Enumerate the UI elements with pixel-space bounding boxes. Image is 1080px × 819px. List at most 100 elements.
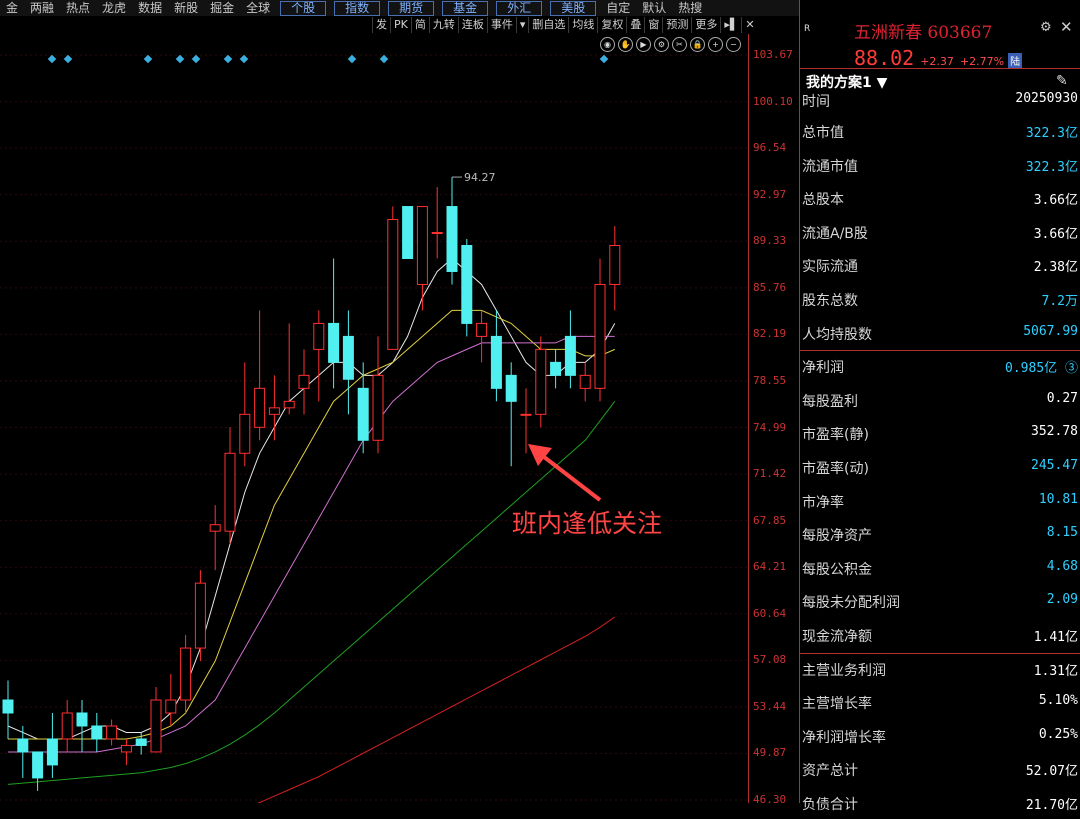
price-tick: 60.64: [753, 606, 787, 620]
metric-value: 245.47: [1031, 458, 1078, 473]
close-icon[interactable]: ✕: [1060, 18, 1073, 36]
price-tick: 53.44: [753, 699, 787, 713]
signal-marker: [379, 54, 389, 64]
quote-panel: R 五洲新春 603667 ⚙ ✕ 88.02 +2.37 +2.77% 陆 我…: [799, 0, 1080, 813]
metric-row: 流通A/B股 3.66亿: [802, 215, 1078, 248]
metric-row: 市净率 10.81: [802, 484, 1078, 517]
metric-label: 负债合计: [802, 797, 858, 813]
edit-icon[interactable]: ✎: [1056, 73, 1068, 89]
signal-marker: [599, 54, 609, 64]
annotation-arrow: [533, 448, 602, 502]
metric-row: 每股净资产 8.15: [802, 517, 1078, 550]
candle-body: [61, 712, 73, 740]
metric-value: 21.70亿: [1025, 798, 1078, 813]
metric-row: 市盈率(动) 245.47: [802, 450, 1078, 483]
candle-body: [180, 647, 192, 701]
metric-value: 10.81: [1038, 491, 1078, 507]
metric-row: 主营增长率 5.10%: [802, 685, 1078, 718]
candle-body: [402, 206, 414, 259]
candle-body: [17, 738, 29, 753]
metric-row: 每股未分配利润 2.09: [802, 584, 1078, 617]
metric-label: 主营增长率: [802, 696, 872, 713]
metric-label: 每股净资产: [802, 528, 872, 545]
metric-label: 现金流净额: [802, 629, 872, 645]
metric-value: 4.68: [1046, 558, 1078, 574]
metric-label: 实际流通: [802, 259, 858, 276]
signal-marker: [143, 54, 153, 64]
signal-marker: [191, 54, 201, 64]
candle-body: [313, 322, 325, 350]
candle-body: [120, 744, 132, 753]
candle-body: [505, 374, 517, 402]
metric-value: 2.38亿: [1033, 260, 1078, 276]
candle-body: [342, 335, 354, 380]
candle-body: [461, 245, 473, 324]
market-badge: 陆: [1008, 53, 1023, 68]
candle-body: [490, 335, 502, 389]
metric-value: 52.07亿: [1025, 764, 1078, 780]
metric-row: 实际流通 2.38亿: [802, 248, 1078, 281]
candle-body: [32, 751, 44, 779]
metric-row: 人均持股数 5067.99: [802, 316, 1078, 349]
metric-label: 流通市值: [802, 158, 858, 175]
candle-body: [91, 725, 103, 740]
candle-body: [165, 699, 177, 714]
candle-body: [150, 699, 162, 753]
price-tick: 46.30: [753, 793, 787, 806]
metric-label: 市净率: [802, 494, 844, 511]
price-tick: 89.33: [753, 234, 787, 248]
candle-body: [254, 387, 266, 428]
metric-value: 3.66亿: [1033, 193, 1078, 209]
price-tick: 64.21: [753, 560, 787, 574]
price-tick: 49.87: [753, 746, 787, 760]
metric-row: 股东总数 7.2万: [802, 282, 1078, 315]
metric-row: 总市值 322.3亿: [802, 114, 1078, 147]
ma-line-magenta: [8, 335, 615, 753]
metric-label: 市盈率(静): [802, 427, 869, 444]
price-axis: 103.67 100.10 96.54 92.97 89.33 85.76 82.19 78.…: [748, 34, 799, 806]
metric-value: 322.3亿: [1025, 159, 1078, 175]
metric-row: 每股盈利 0.27: [802, 383, 1078, 416]
price-tick: 57.08: [753, 653, 787, 667]
candle-body: [609, 245, 621, 285]
candle-body: [76, 712, 88, 727]
candle-body: [476, 322, 488, 337]
candle-body: [357, 387, 369, 441]
price-tick: 67.85: [753, 513, 787, 527]
price-change: +2.37: [920, 55, 954, 68]
price-tick: 82.19: [753, 327, 787, 341]
metric-value: 0.985亿 ③: [1005, 361, 1078, 377]
divider: [800, 68, 1080, 69]
metric-label: 主营业务利润: [802, 662, 886, 679]
metric-row: 每股公积金 4.68: [802, 551, 1078, 584]
metric-value: 0.25%: [1038, 726, 1078, 742]
candle-body: [194, 582, 206, 649]
candle-body: [135, 738, 147, 746]
metric-row: 净利润增长率 0.25%: [802, 719, 1078, 752]
ma-line-white: [7, 257, 616, 740]
candle-body: [106, 725, 118, 740]
metric-label: 总股本: [802, 192, 844, 209]
metric-label: 市盈率(动): [802, 461, 869, 477]
candle-body: [594, 283, 606, 389]
metric-label: 净利润: [802, 360, 844, 377]
signal-marker: [239, 54, 249, 64]
gear-icon[interactable]: ⚙: [1040, 20, 1052, 35]
metric-value: 3.66亿: [1033, 226, 1078, 242]
candle-body: [520, 413, 532, 416]
high-label: 94.27: [464, 171, 496, 184]
signal-marker: [47, 54, 57, 64]
signal-marker: [63, 54, 73, 64]
metric-label: 股东总数: [802, 293, 858, 309]
candlestick-chart[interactable]: 94.27: [0, 0, 748, 803]
price-tick: 71.42: [753, 467, 787, 481]
metric-value: 20250930: [1015, 91, 1078, 106]
signal-marker: [175, 54, 185, 64]
price-tick: 78.55: [753, 373, 787, 387]
metric-row: 现金流净额 1.41亿: [802, 618, 1078, 651]
candle-body: [224, 452, 236, 532]
candle-body: [579, 374, 591, 389]
price-tick: 103.67: [753, 48, 793, 61]
metric-row: 总股本 3.66亿: [802, 181, 1078, 214]
candle-body: [564, 335, 576, 376]
